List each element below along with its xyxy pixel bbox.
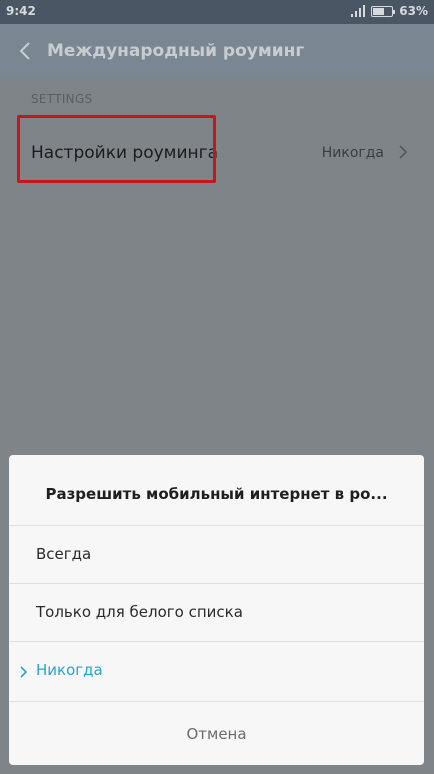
roaming-dialog: Разрешить мобильный интернет в ро... Все…	[9, 455, 424, 765]
checkmark-chevron-icon	[20, 666, 28, 678]
chevron-right-icon	[399, 145, 408, 159]
option-label: Никогда	[36, 661, 103, 679]
option-label: Только для белого списка	[36, 603, 243, 621]
app-header: Международный роуминг	[0, 24, 434, 78]
signal-icon	[351, 5, 366, 17]
page-title: Международный роуминг	[47, 41, 305, 61]
cancel-button[interactable]: Отмена	[9, 701, 424, 765]
battery-icon	[371, 5, 396, 17]
option-always[interactable]: Всегда	[9, 525, 424, 583]
option-whitelist-only[interactable]: Только для белого списка	[9, 583, 424, 641]
option-never[interactable]: Никогда	[9, 641, 424, 699]
status-bar: 9:42 63%	[0, 0, 434, 24]
option-label: Всегда	[36, 545, 92, 563]
battery-fill	[373, 7, 385, 15]
status-time: 9:42	[6, 4, 36, 18]
chevron-left-icon[interactable]	[16, 40, 36, 62]
dialog-title: Разрешить мобильный интернет в ро...	[45, 485, 388, 503]
highlight-box	[17, 115, 216, 183]
section-label: SETTINGS	[31, 92, 93, 106]
battery-percent: 63%	[399, 4, 428, 18]
status-indicators: 63%	[351, 4, 428, 18]
roaming-settings-value: Никогда	[321, 145, 384, 161]
